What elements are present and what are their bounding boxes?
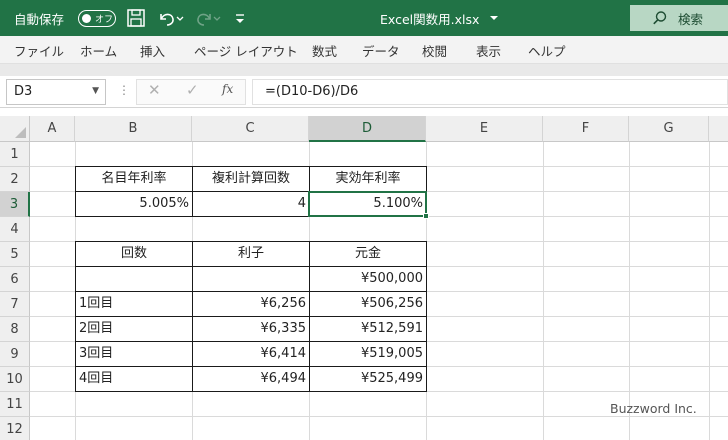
more-options-icon[interactable]: ⋮	[118, 83, 130, 97]
cell-c10[interactable]: ¥6,494	[192, 366, 310, 392]
customize-toolbar-icon[interactable]	[232, 7, 248, 29]
search-label: 検索	[678, 12, 704, 27]
name-box-value: D3	[14, 84, 33, 99]
cell-c8[interactable]: ¥6,335	[192, 316, 310, 342]
redo-dropdown-icon	[213, 16, 221, 21]
column-header-h[interactable]	[709, 116, 728, 142]
row-header-5[interactable]: 5	[0, 242, 30, 267]
row-header-11[interactable]: 11	[0, 392, 30, 417]
column-header-e[interactable]: E	[426, 116, 543, 142]
cell-d7[interactable]: ¥506,256	[309, 291, 427, 317]
cell-b7[interactable]: 1回目	[75, 291, 193, 317]
column-header-b[interactable]: B	[75, 116, 192, 142]
autosave-label: 自動保存	[14, 12, 65, 27]
cell-d8[interactable]: ¥512,591	[309, 316, 427, 342]
watermark: Buzzword Inc.	[610, 401, 697, 416]
cell-c3[interactable]: 4	[192, 191, 310, 217]
row-header-12[interactable]: 12	[0, 417, 30, 440]
row-header-10[interactable]: 10	[0, 367, 30, 392]
file-name[interactable]: Excel関数用.xlsx	[380, 9, 479, 28]
fill-handle[interactable]	[423, 213, 429, 219]
cell-d6[interactable]: ¥500,000	[309, 266, 427, 292]
tab-review[interactable]: 校閲	[422, 41, 447, 60]
column-header-f[interactable]: F	[543, 116, 629, 142]
row-header-3[interactable]: 3	[0, 192, 30, 217]
search-icon	[653, 11, 667, 25]
row-header-8[interactable]: 8	[0, 317, 30, 342]
formula-text: =(D10-D6)/D6	[265, 84, 359, 99]
cell-b2[interactable]: 名目年利率	[75, 166, 193, 192]
row-header-1[interactable]: 1	[0, 142, 30, 167]
title-bar: 自動保存 オフ Excel関数用.xlsx 検索	[0, 0, 728, 36]
cell-b8[interactable]: 2回目	[75, 316, 193, 342]
tab-view[interactable]: 表示	[476, 41, 501, 60]
cell-c5[interactable]: 利子	[192, 241, 310, 267]
ribbon-gap	[0, 64, 728, 76]
tab-page-layout[interactable]: ページ レイアウト	[194, 41, 298, 60]
cell-b6[interactable]	[75, 266, 193, 292]
tab-help[interactable]: ヘルプ	[528, 41, 566, 60]
undo-dropdown-icon[interactable]	[174, 7, 186, 29]
tab-insert[interactable]: 挿入	[140, 41, 165, 60]
toggle-knob	[82, 13, 91, 23]
cell-c6[interactable]	[192, 266, 310, 292]
cell-b9[interactable]: 3回目	[75, 341, 193, 367]
insert-function-icon[interactable]: fx	[222, 82, 233, 96]
enter-icon: ✓	[186, 81, 199, 99]
cell-c9[interactable]: ¥6,414	[192, 341, 310, 367]
autosave-toggle[interactable]: オフ	[78, 10, 116, 27]
cancel-icon: ✕	[148, 81, 161, 99]
name-box[interactable]: D3 ▼	[6, 79, 106, 105]
cell-c7[interactable]: ¥6,256	[192, 291, 310, 317]
formula-input[interactable]: =(D10-D6)/D6	[252, 79, 728, 105]
cell-d10[interactable]: ¥525,499	[309, 366, 427, 392]
row-header-9[interactable]: 9	[0, 342, 30, 367]
search-box[interactable]: 検索	[630, 5, 728, 31]
row-header-6[interactable]: 6	[0, 267, 30, 292]
cell-d9[interactable]: ¥519,005	[309, 341, 427, 367]
row-header-7[interactable]: 7	[0, 292, 30, 317]
cell-b5[interactable]: 回数	[75, 241, 193, 267]
cell-d2[interactable]: 実効年利率	[309, 166, 427, 192]
gridline	[30, 416, 728, 417]
tab-data[interactable]: データ	[362, 41, 400, 60]
save-icon[interactable]	[125, 7, 147, 29]
ribbon-tabs: ファイル ホーム 挿入 ページ レイアウト 数式 データ 校閲 表示 ヘルプ	[0, 36, 728, 64]
formula-bar: D3 ▼ ⋮ ✕ ✓ fx =(D10-D6)/D6	[0, 76, 728, 108]
chevron-down-icon[interactable]: ▼	[92, 86, 99, 96]
active-cell-border	[308, 191, 427, 217]
tab-home[interactable]: ホーム	[80, 41, 117, 60]
column-header-c[interactable]: C	[192, 116, 309, 142]
filename-dropdown-icon[interactable]	[488, 7, 500, 29]
cell-b3[interactable]: 5.005%	[75, 191, 193, 217]
column-header-d[interactable]: D	[309, 116, 426, 142]
column-header-a[interactable]: A	[30, 116, 75, 142]
cell-b10[interactable]: 4回目	[75, 366, 193, 392]
select-all-icon	[15, 127, 26, 138]
tab-formulas[interactable]: 数式	[312, 41, 337, 60]
row-header-2[interactable]: 2	[0, 167, 30, 192]
tab-file[interactable]: ファイル	[14, 41, 64, 60]
column-header-g[interactable]: G	[629, 116, 709, 142]
select-all-corner[interactable]	[0, 116, 30, 142]
row-header-4[interactable]: 4	[0, 217, 30, 242]
cell-d5[interactable]: 元金	[309, 241, 427, 267]
cell-c2[interactable]: 複利計算回数	[192, 166, 310, 192]
autosave-state: オフ	[95, 15, 114, 25]
